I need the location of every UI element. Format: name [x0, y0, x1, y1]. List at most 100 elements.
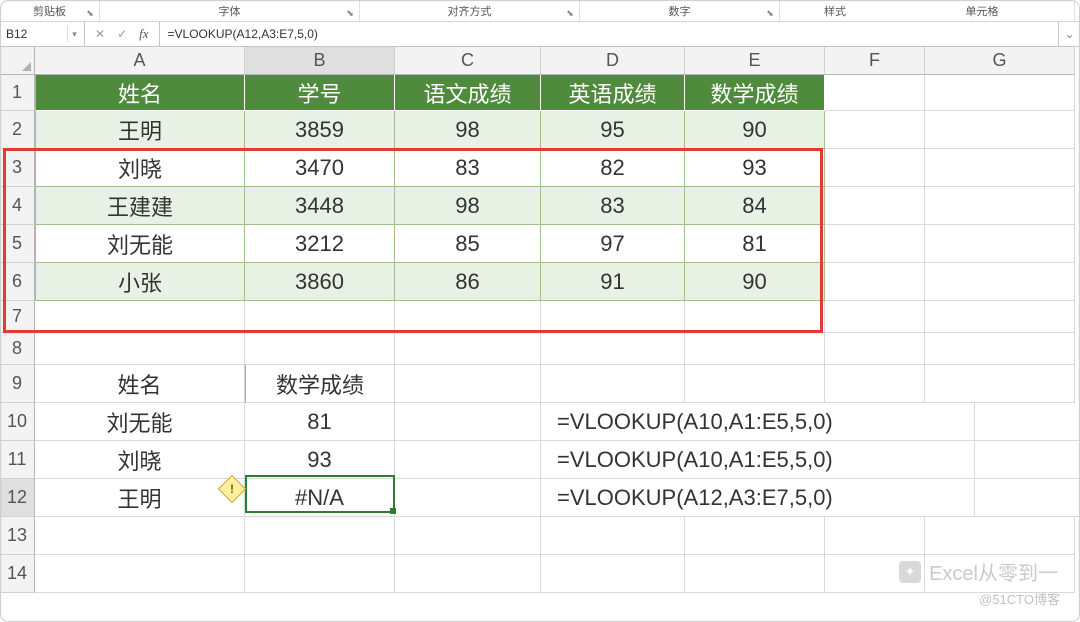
cell[interactable]	[825, 111, 925, 149]
cell[interactable]: 姓名	[35, 75, 245, 111]
cell[interactable]: 84	[685, 187, 825, 225]
cell[interactable]	[975, 479, 1080, 517]
col-header-E[interactable]: E	[685, 47, 825, 75]
cell[interactable]	[541, 517, 685, 555]
cell[interactable]: 王明	[35, 479, 245, 517]
ribbon-group-clipboard[interactable]: 剪贴板 ⬊	[0, 0, 100, 21]
row-header[interactable]: 2	[0, 111, 35, 149]
cell[interactable]: 90	[685, 111, 825, 149]
name-box[interactable]: B12 ▾	[0, 22, 85, 46]
cell[interactable]: 91	[541, 263, 685, 301]
cell[interactable]	[395, 555, 541, 593]
cell[interactable]	[35, 333, 245, 365]
row-header[interactable]: 4	[0, 187, 35, 225]
cell[interactable]	[925, 365, 1075, 403]
row-header[interactable]: 10	[0, 403, 35, 441]
ribbon-group-cells[interactable]: 单元格	[890, 0, 1075, 21]
cell[interactable]: 小张	[35, 263, 245, 301]
cell[interactable]: 81	[685, 225, 825, 263]
cell[interactable]	[395, 301, 541, 333]
cell[interactable]	[825, 301, 925, 333]
cell[interactable]: 83	[541, 187, 685, 225]
cell[interactable]	[541, 365, 685, 403]
row-header[interactable]: 12	[0, 479, 35, 517]
cell[interactable]	[685, 301, 825, 333]
cell[interactable]: 90	[685, 263, 825, 301]
ribbon-group-styles[interactable]: 样式	[780, 0, 890, 21]
cell[interactable]	[685, 365, 825, 403]
cell[interactable]	[925, 225, 1075, 263]
cell[interactable]	[541, 333, 685, 365]
chevron-down-icon[interactable]: ▾	[67, 26, 81, 42]
cell[interactable]	[975, 403, 1080, 441]
dialog-launcher-icon[interactable]: ⬊	[84, 7, 96, 19]
cell[interactable]: 刘无能	[35, 403, 245, 441]
cell[interactable]	[925, 111, 1075, 149]
cell[interactable]: 3470	[245, 149, 395, 187]
cell[interactable]	[925, 149, 1075, 187]
col-header-B[interactable]: B	[245, 47, 395, 75]
row-header[interactable]: 7	[0, 301, 35, 333]
cell[interactable]: 英语成绩	[541, 75, 685, 111]
cell-active[interactable]: #N/A	[245, 479, 395, 517]
cell[interactable]: 数学成绩	[685, 75, 825, 111]
cell[interactable]: 刘无能	[35, 225, 245, 263]
cell[interactable]	[825, 333, 925, 365]
col-header-C[interactable]: C	[395, 47, 541, 75]
cell[interactable]: 81	[245, 403, 395, 441]
cell[interactable]: 数学成绩	[245, 365, 395, 403]
cell[interactable]	[685, 517, 825, 555]
cell[interactable]	[825, 75, 925, 111]
row-header[interactable]: 1	[0, 75, 35, 111]
cell[interactable]: =VLOOKUP(A10,A1:E5,5,0)	[541, 403, 975, 441]
cell[interactable]	[925, 301, 1075, 333]
cell[interactable]	[395, 441, 541, 479]
cell[interactable]: 98	[395, 111, 541, 149]
cell[interactable]	[925, 333, 1075, 365]
cell[interactable]: 姓名	[35, 365, 245, 403]
cell[interactable]: 95	[541, 111, 685, 149]
cell[interactable]	[541, 301, 685, 333]
row-header[interactable]: 14	[0, 555, 35, 593]
cell[interactable]: 刘晓	[35, 441, 245, 479]
cell[interactable]: =VLOOKUP(A10,A1:E5,5,0)	[541, 441, 975, 479]
ribbon-group-font[interactable]: 字体 ⬊	[100, 0, 360, 21]
cell[interactable]	[975, 441, 1080, 479]
cell[interactable]	[825, 517, 925, 555]
row-header[interactable]: 8	[0, 333, 35, 365]
cell[interactable]	[685, 555, 825, 593]
cell[interactable]: 王建建	[35, 187, 245, 225]
row-header[interactable]: 3	[0, 149, 35, 187]
cell[interactable]	[395, 517, 541, 555]
cell[interactable]	[35, 517, 245, 555]
formula-input[interactable]: =VLOOKUP(A12,A3:E7,5,0)	[160, 22, 1058, 46]
cell[interactable]: 王明	[35, 111, 245, 149]
cell[interactable]	[825, 263, 925, 301]
cell[interactable]: =VLOOKUP(A12,A3:E7,5,0)	[541, 479, 975, 517]
cell[interactable]	[245, 301, 395, 333]
cell[interactable]	[245, 517, 395, 555]
cell[interactable]: 93	[685, 149, 825, 187]
dialog-launcher-icon[interactable]: ⬊	[764, 7, 776, 19]
cell[interactable]: 3859	[245, 111, 395, 149]
fx-icon[interactable]: fx	[139, 26, 148, 42]
cell[interactable]: 98	[395, 187, 541, 225]
cell[interactable]	[245, 555, 395, 593]
cell[interactable]	[925, 517, 1075, 555]
cell[interactable]: 82	[541, 149, 685, 187]
cell[interactable]	[395, 365, 541, 403]
ribbon-group-alignment[interactable]: 对齐方式 ⬊	[360, 0, 580, 21]
cell[interactable]: 3212	[245, 225, 395, 263]
cell[interactable]	[825, 365, 925, 403]
cell[interactable]	[825, 187, 925, 225]
confirm-icon[interactable]: ✓	[117, 27, 127, 41]
cell[interactable]: 3448	[245, 187, 395, 225]
col-header-A[interactable]: A	[35, 47, 245, 75]
cell[interactable]	[925, 75, 1075, 111]
cell[interactable]	[35, 555, 245, 593]
row-header[interactable]: 5	[0, 225, 35, 263]
cell[interactable]	[395, 333, 541, 365]
cancel-icon[interactable]: ✕	[95, 27, 105, 41]
cell[interactable]	[35, 301, 245, 333]
dialog-launcher-icon[interactable]: ⬊	[344, 7, 356, 19]
